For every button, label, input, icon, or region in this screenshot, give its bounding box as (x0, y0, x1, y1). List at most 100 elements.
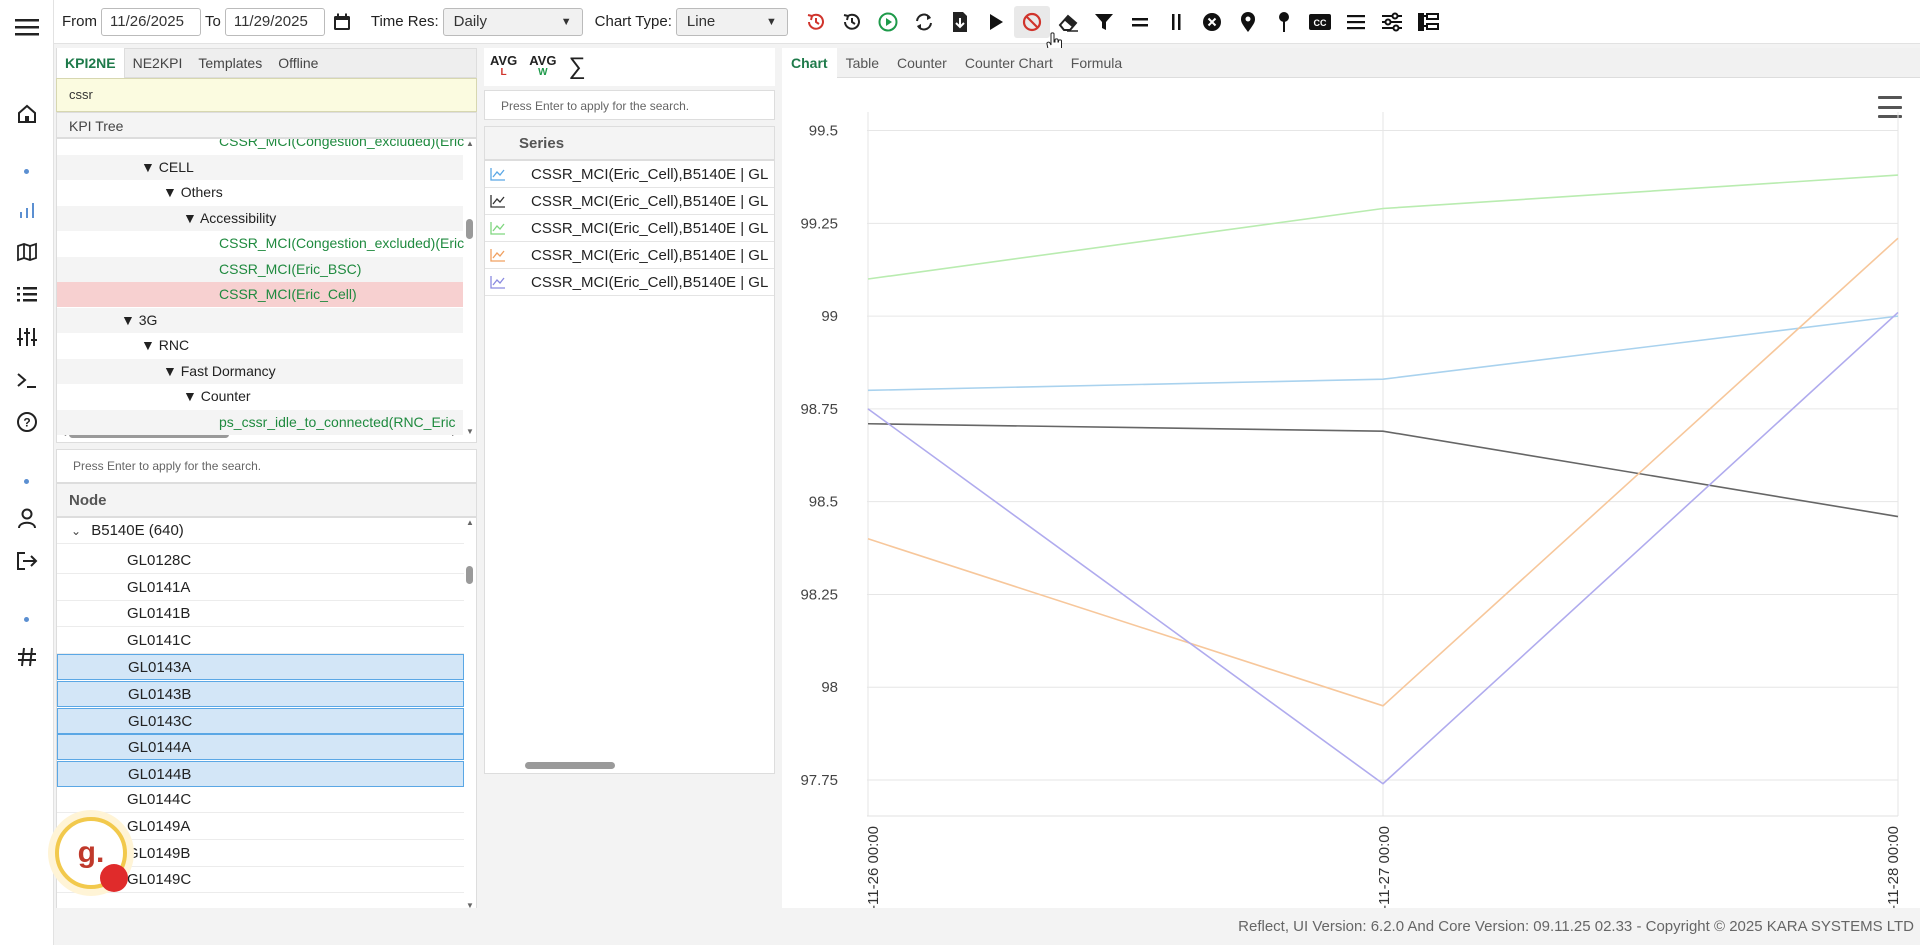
tab-counter-chart[interactable]: Counter Chart (956, 48, 1062, 78)
from-date-input[interactable]: 11/26/2025 (101, 7, 201, 36)
tree-vertical-scrollbar[interactable]: ▲ ▼ (466, 139, 474, 439)
node-row[interactable]: GL0144A (57, 734, 464, 761)
x-tick-label: 2025-11-27 00:00 (1376, 826, 1393, 908)
svg-text:?: ? (23, 416, 30, 430)
node-vertical-scrollbar[interactable]: ▲ ▼ (466, 518, 474, 913)
series-label: CSSR_MCI(Eric_Cell),B5140E | GL (531, 246, 769, 264)
node-group-row[interactable]: ⌄ B5140E (640) (57, 518, 464, 544)
series-row[interactable]: CSSR_MCI(Eric_Cell),B5140E | GL (485, 215, 774, 242)
terminal-icon[interactable] (13, 366, 41, 394)
tree-row[interactable]: ▼ RNC (57, 333, 463, 358)
node-group-label: B5140E (640) (91, 522, 184, 539)
parallel-icon[interactable] (1158, 6, 1194, 38)
sum-icon[interactable]: ∑ (568, 53, 585, 81)
pin-icon[interactable] (1266, 6, 1302, 38)
node-row[interactable]: GL0143B (57, 681, 464, 707)
avg-l-button[interactable]: AVG L (490, 54, 517, 79)
tree-row[interactable]: CSSR_MCI(Congestion_excluded)(Eric (57, 231, 464, 256)
tab-formula[interactable]: Formula (1062, 48, 1131, 78)
assistant-badge[interactable]: g. (48, 810, 134, 896)
chart-type-select[interactable]: Line ▼ (675, 7, 788, 36)
equals-icon[interactable] (1122, 6, 1158, 38)
align-icon[interactable] (1338, 6, 1374, 38)
series-row[interactable]: CSSR_MCI(Eric_Cell),B5140E | GL (485, 188, 774, 215)
map-icon[interactable] (13, 238, 41, 266)
tab-chart[interactable]: Chart (782, 47, 837, 78)
series-search-input[interactable]: Press Enter to apply for the search. (484, 90, 775, 120)
line-series-icon (485, 221, 511, 235)
node-header-label: Node (69, 492, 107, 509)
tree-row[interactable]: ▼ Fast Dormancy (57, 358, 463, 384)
play-circle-icon[interactable] (870, 6, 906, 38)
node-row[interactable]: GL0141C (57, 628, 464, 654)
avg-w-top: AVG (529, 53, 557, 68)
tree-row[interactable]: CSSR_MCI(Eric_Cell) (57, 282, 463, 307)
chevron-down-icon: ▼ (766, 15, 777, 28)
chart-panel: Chart Table Counter Counter Chart Formul… (782, 47, 1920, 908)
calendar-icon[interactable] (325, 6, 359, 38)
series-label: CSSR_MCI(Eric_Cell),B5140E | GL (531, 219, 769, 237)
node-row[interactable]: GL0128C (57, 548, 464, 574)
bar-chart-icon[interactable] (13, 196, 41, 224)
y-tick-label: 99 (821, 308, 838, 325)
node-scroll-thumb[interactable] (466, 566, 473, 584)
tab-counter[interactable]: Counter (888, 48, 956, 78)
chevron-down-icon: ⌄ (71, 524, 82, 538)
block-icon[interactable] (1013, 5, 1050, 38)
user-icon[interactable] (13, 504, 41, 532)
series-row[interactable]: CSSR_MCI(Eric_Cell),B5140E | GL (485, 161, 774, 188)
node-row[interactable]: GL0143C (57, 707, 464, 734)
tree-row[interactable]: ▼ Accessibility (57, 205, 463, 231)
history-red-icon[interactable] (798, 6, 834, 38)
tab-table[interactable]: Table (837, 48, 888, 78)
node-row[interactable]: GL0141A (57, 575, 464, 601)
series-row[interactable]: CSSR_MCI(Eric_Cell),B5140E | GL (485, 242, 774, 269)
node-row[interactable]: GL0143A (57, 654, 464, 681)
logout-icon[interactable] (13, 547, 41, 575)
refresh-icon[interactable] (906, 6, 942, 38)
cc-icon[interactable]: CC (1302, 6, 1338, 38)
tree-row[interactable]: ▼ 3G (57, 307, 463, 333)
series-label: CSSR_MCI(Eric_Cell),B5140E | GL (531, 192, 769, 210)
to-date-input[interactable]: 11/29/2025 (224, 7, 325, 36)
play-icon[interactable] (978, 6, 1014, 38)
kpi-search-input[interactable]: cssr (56, 78, 477, 112)
help-icon[interactable]: ? (13, 408, 41, 436)
node-row[interactable]: GL0141B (57, 601, 464, 628)
hashtag-icon[interactable] (13, 643, 41, 671)
tree-row[interactable]: ▼ CELL (57, 154, 463, 180)
sliders-vertical-icon[interactable] (13, 323, 41, 351)
node-row[interactable]: GL0144B (57, 760, 464, 787)
tree-row[interactable]: CSSR_MCI(Eric_BSC) (57, 256, 463, 282)
series-row[interactable]: CSSR_MCI(Eric_Cell),B5140E | GL (485, 269, 774, 296)
tree-row[interactable]: ▼ Counter (57, 384, 463, 409)
tree-scroll-thumb[interactable] (466, 219, 473, 239)
hamburger-menu-icon[interactable] (13, 13, 41, 41)
sliders-icon[interactable] (1374, 6, 1410, 38)
download-file-icon[interactable] (942, 6, 978, 38)
filter-icon[interactable] (1086, 6, 1122, 38)
home-icon[interactable] (13, 100, 41, 128)
tree-structure-icon[interactable] (1410, 6, 1446, 38)
y-tick-label: 99.25 (800, 215, 838, 232)
tab-templates[interactable]: Templates (190, 48, 270, 78)
history-icon[interactable] (834, 6, 870, 38)
avg-w-button[interactable]: AVG W (529, 53, 557, 79)
kpi-tree: ▲ ▼ ◀ ▶ CSSR_MCI(Congestion_excluded)(Er… (56, 138, 477, 443)
map-pin-icon[interactable] (1230, 6, 1266, 38)
tab-kpi2ne[interactable]: KPI2NE (57, 48, 125, 78)
node-row[interactable]: GL0144C (57, 787, 464, 814)
chart-type-label: Chart Type: (594, 13, 672, 30)
close-circle-icon[interactable] (1194, 6, 1230, 38)
time-res-select[interactable]: Daily ▼ (442, 7, 583, 36)
line-series-icon (485, 167, 511, 181)
separator-dot-icon (24, 617, 29, 622)
list-icon[interactable] (13, 280, 41, 308)
tab-ne2kpi[interactable]: NE2KPI (125, 48, 191, 78)
tab-offline[interactable]: Offline (270, 48, 326, 78)
tree-row[interactable]: ps_cssr_idle_to_connected(RNC_Eric (57, 409, 463, 435)
tree-row[interactable]: ▼ Others (57, 180, 463, 205)
node-search-input[interactable]: Press Enter to apply for the search. (56, 449, 477, 483)
series-horizontal-scroll-thumb[interactable] (525, 762, 615, 769)
tree-row[interactable]: CSSR_MCI(Congestion_excluded)(Eric (57, 139, 464, 154)
